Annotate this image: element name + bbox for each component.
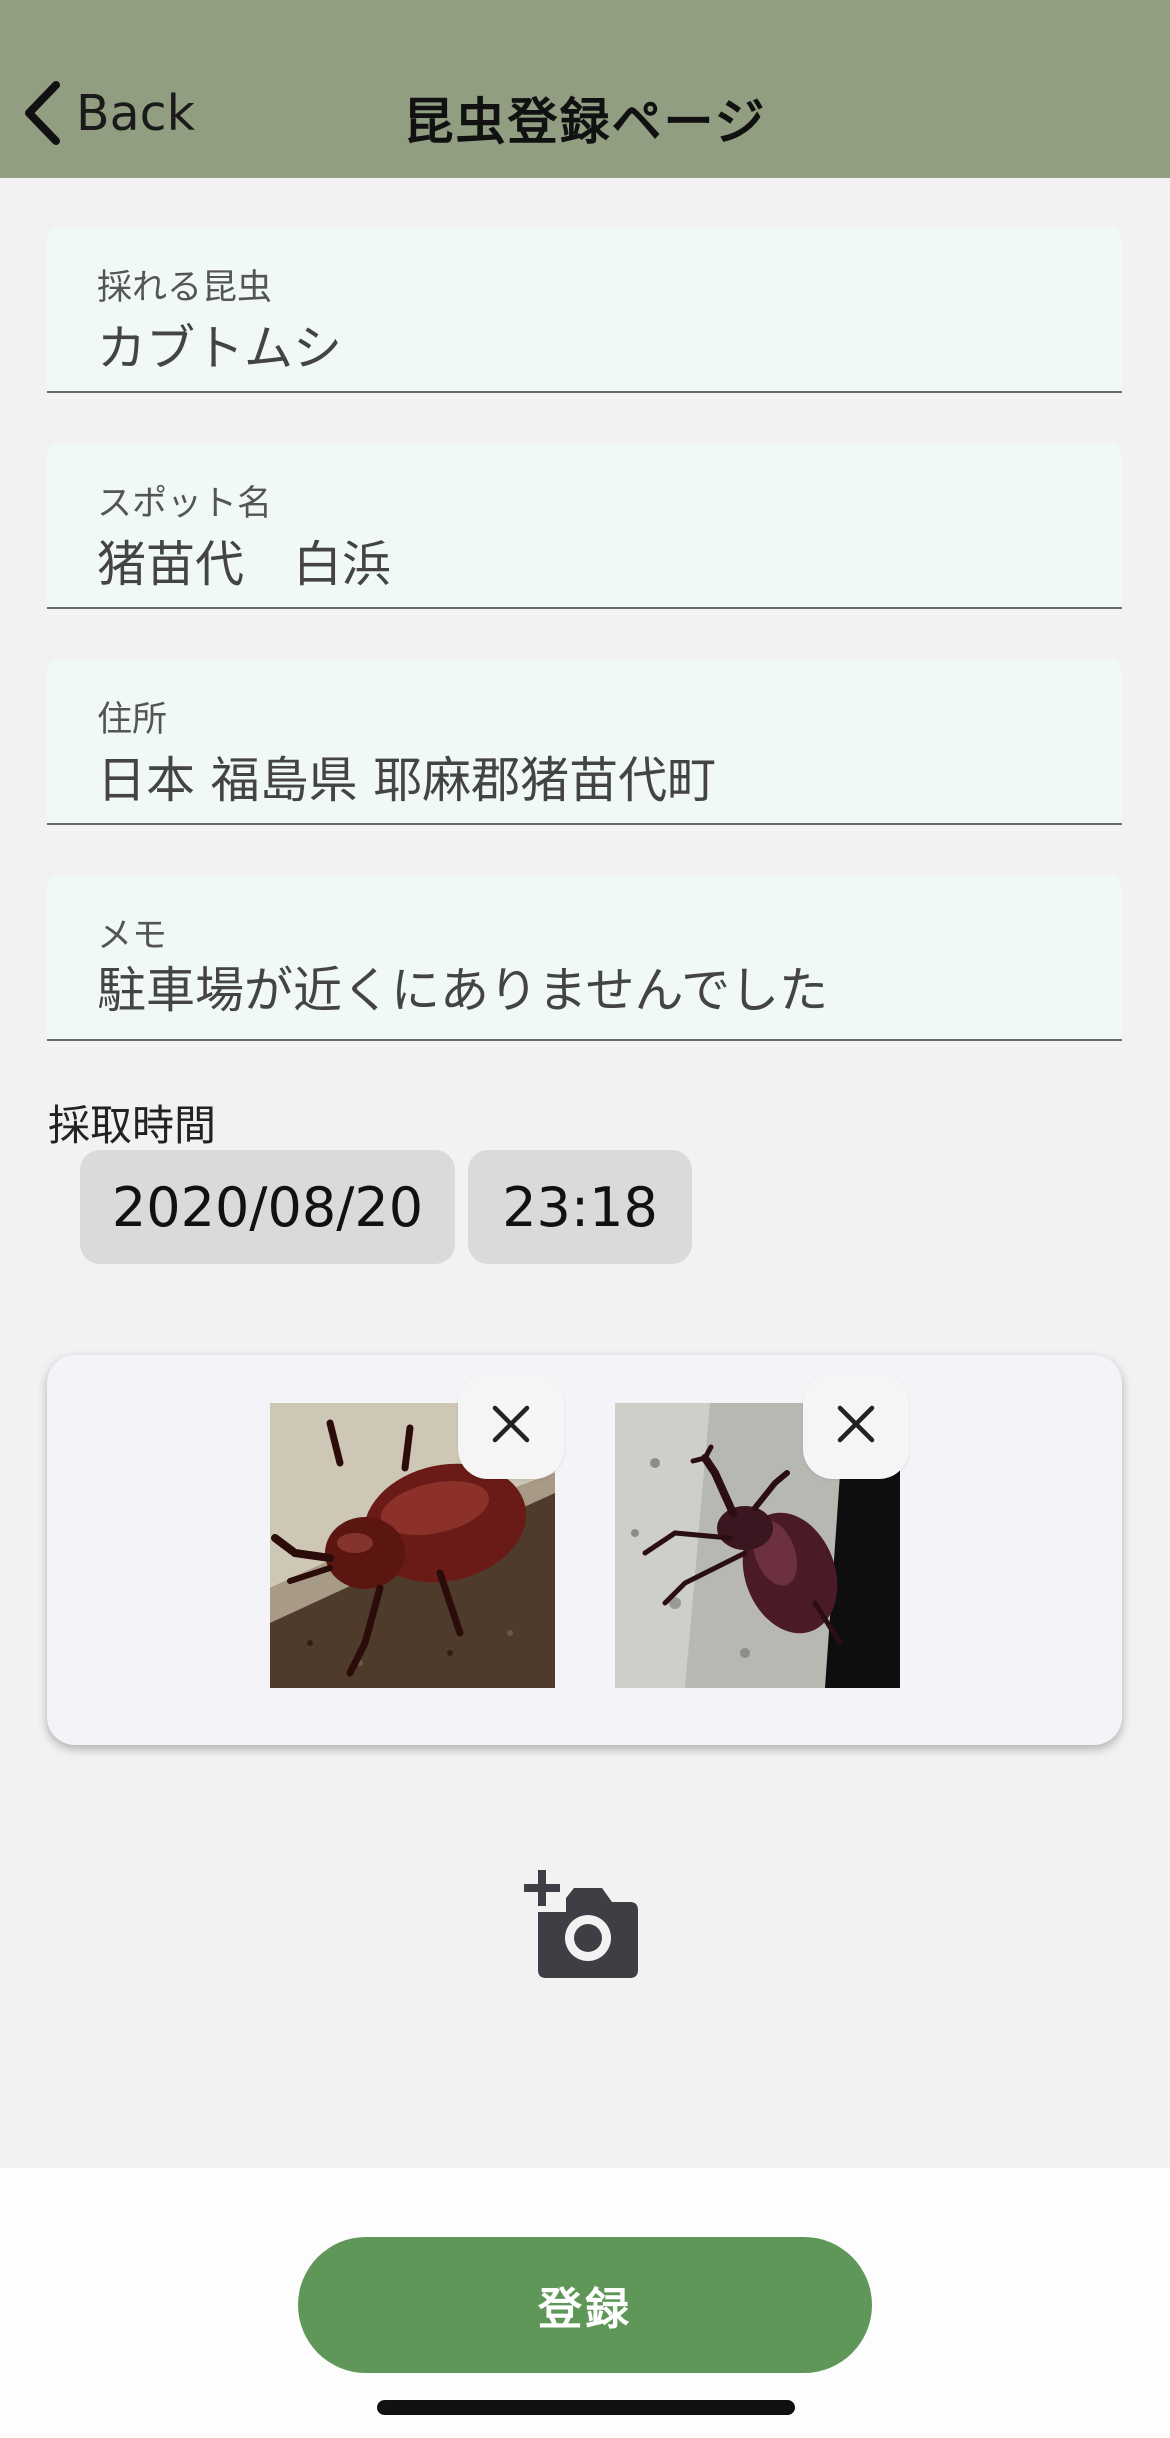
memo-field[interactable]: メモ 駐車場が近くにありませんでした (47, 875, 1122, 1041)
camera-add-icon (518, 1870, 646, 1984)
capture-time-label: 採取時間 (48, 1101, 217, 1150)
insect-field-value[interactable]: カブトムシ (97, 309, 342, 380)
spot-name-field[interactable]: スポット名 猪苗代 白浜 (47, 443, 1122, 609)
register-button[interactable]: 登録 (298, 2237, 872, 2373)
address-field[interactable]: 住所 日本 福島県 耶麻郡猪苗代町 (47, 659, 1122, 825)
insect-field-label: 採れる昆虫 (97, 268, 273, 308)
page-title: 昆虫登録ページ (403, 93, 767, 151)
address-field-value[interactable]: 日本 福島県 耶麻郡猪苗代町 (97, 741, 716, 812)
close-icon (491, 1404, 531, 1448)
address-field-label: 住所 (97, 700, 168, 740)
remove-photo-2-button[interactable] (803, 1373, 909, 1479)
spot-name-field-value[interactable]: 猪苗代 白浜 (97, 525, 391, 596)
memo-field-value[interactable]: 駐車場が近くにありませんでした (97, 951, 828, 1022)
add-photo-button[interactable] (518, 1870, 646, 1980)
time-picker[interactable]: 23:18 (468, 1150, 692, 1264)
spot-name-field-label: スポット名 (97, 484, 273, 524)
photo-gallery (47, 1355, 1122, 1745)
remove-photo-1-button[interactable] (458, 1373, 564, 1479)
nav-bar: Back 昆虫登録ページ (0, 0, 1170, 178)
date-picker[interactable]: 2020/08/20 (80, 1150, 455, 1264)
close-icon (836, 1404, 876, 1448)
insect-field[interactable]: 採れる昆虫 カブトムシ (47, 227, 1122, 393)
home-indicator (377, 2400, 795, 2415)
